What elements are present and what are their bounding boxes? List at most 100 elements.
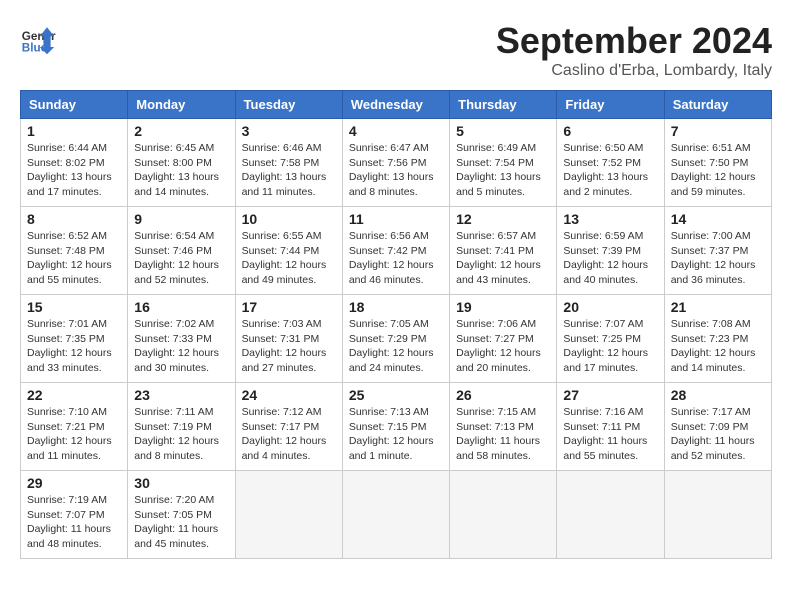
day-number: 16 — [134, 299, 228, 315]
day-number: 5 — [456, 123, 550, 139]
calendar-cell: 12 Sunrise: 6:57 AMSunset: 7:41 PMDayligh… — [450, 207, 557, 295]
calendar-cell: 4Sunrise: 6:47 AMSunset: 7:56 PMDaylight… — [342, 119, 449, 207]
day-info: Sunrise: 7:02 AMSunset: 7:33 PMDaylight:… — [134, 317, 228, 376]
day-info: Sunrise: 7:13 AMSunset: 7:15 PMDaylight:… — [349, 405, 443, 464]
week-row-3: 15 Sunrise: 7:01 AMSunset: 7:35 PMDayligh… — [21, 295, 772, 383]
day-info: Sunrise: 7:19 AMSunset: 7:07 PMDaylight:… — [27, 493, 121, 552]
day-number: 18 — [349, 299, 443, 315]
week-row-5: 29Sunrise: 7:19 AMSunset: 7:07 PMDayligh… — [21, 471, 772, 559]
day-info: Sunrise: 6:50 AMSunset: 7:52 PMDaylight:… — [563, 141, 657, 200]
header-sunday: Sunday — [21, 91, 128, 119]
week-row-1: 1 Sunrise: 6:44 AMSunset: 8:02 PMDaylight… — [21, 119, 772, 207]
day-number: 20 — [563, 299, 657, 315]
day-info: Sunrise: 7:20 AMSunset: 7:05 PMDaylight:… — [134, 493, 228, 552]
calendar-cell: 9Sunrise: 6:54 AMSunset: 7:46 PMDaylight… — [128, 207, 235, 295]
calendar-cell: 14 Sunrise: 7:00 AMSunset: 7:37 PMDayligh… — [664, 207, 771, 295]
calendar-cell: 10 Sunrise: 6:55 AMSunset: 7:44 PMDayligh… — [235, 207, 342, 295]
calendar-cell — [450, 471, 557, 559]
calendar-cell: 19 Sunrise: 7:06 AMSunset: 7:27 PMDayligh… — [450, 295, 557, 383]
day-info: Sunrise: 7:07 AMSunset: 7:25 PMDaylight:… — [563, 317, 657, 376]
day-number: 6 — [563, 123, 657, 139]
calendar-cell: 8 Sunrise: 6:52 AMSunset: 7:48 PMDaylight… — [21, 207, 128, 295]
week-row-2: 8 Sunrise: 6:52 AMSunset: 7:48 PMDaylight… — [21, 207, 772, 295]
calendar-cell — [342, 471, 449, 559]
calendar-cell: 24Sunrise: 7:12 AMSunset: 7:17 PMDayligh… — [235, 383, 342, 471]
calendar-cell: 16 Sunrise: 7:02 AMSunset: 7:33 PMDayligh… — [128, 295, 235, 383]
day-info: Sunrise: 7:17 AMSunset: 7:09 PMDaylight:… — [671, 405, 765, 464]
day-number: 8 — [27, 211, 121, 227]
header-saturday: Saturday — [664, 91, 771, 119]
calendar-cell: 29Sunrise: 7:19 AMSunset: 7:07 PMDayligh… — [21, 471, 128, 559]
day-number: 3 — [242, 123, 336, 139]
day-number: 22 — [27, 387, 121, 403]
day-number: 25 — [349, 387, 443, 403]
day-info: Sunrise: 6:47 AMSunset: 7:56 PMDaylight:… — [349, 141, 443, 200]
day-info: Sunrise: 7:12 AMSunset: 7:17 PMDaylight:… — [242, 405, 336, 464]
day-number: 14 — [671, 211, 765, 227]
calendar-cell: 28 Sunrise: 7:17 AMSunset: 7:09 PMDayligh… — [664, 383, 771, 471]
day-info: Sunrise: 6:52 AMSunset: 7:48 PMDaylight:… — [27, 229, 121, 288]
calendar-header-row: SundayMondayTuesdayWednesdayThursdayFrid… — [21, 91, 772, 119]
day-info: Sunrise: 7:00 AMSunset: 7:37 PMDaylight:… — [671, 229, 765, 288]
week-row-4: 22 Sunrise: 7:10 AMSunset: 7:21 PMDayligh… — [21, 383, 772, 471]
day-info: Sunrise: 6:51 AMSunset: 7:50 PMDaylight:… — [671, 141, 765, 200]
logo: General Blue — [20, 20, 56, 56]
calendar-cell: 30 Sunrise: 7:20 AMSunset: 7:05 PMDayligh… — [128, 471, 235, 559]
day-info: Sunrise: 7:06 AMSunset: 7:27 PMDaylight:… — [456, 317, 550, 376]
day-number: 7 — [671, 123, 765, 139]
location: Caslino d'Erba, Lombardy, Italy — [496, 62, 772, 80]
month-title: September 2024 — [496, 20, 772, 62]
header-monday: Monday — [128, 91, 235, 119]
day-number: 1 — [27, 123, 121, 139]
day-info: Sunrise: 6:57 AMSunset: 7:41 PMDaylight:… — [456, 229, 550, 288]
calendar-cell: 17Sunrise: 7:03 AMSunset: 7:31 PMDayligh… — [235, 295, 342, 383]
day-info: Sunrise: 6:56 AMSunset: 7:42 PMDaylight:… — [349, 229, 443, 288]
day-number: 11 — [349, 211, 443, 227]
calendar-cell: 20 Sunrise: 7:07 AMSunset: 7:25 PMDayligh… — [557, 295, 664, 383]
calendar-cell: 7 Sunrise: 6:51 AMSunset: 7:50 PMDaylight… — [664, 119, 771, 207]
day-number: 27 — [563, 387, 657, 403]
day-number: 19 — [456, 299, 550, 315]
day-number: 15 — [27, 299, 121, 315]
day-number: 2 — [134, 123, 228, 139]
calendar-cell: 13Sunrise: 6:59 AMSunset: 7:39 PMDayligh… — [557, 207, 664, 295]
page-header: General Blue September 2024 Caslino d'Er… — [20, 20, 772, 80]
day-info: Sunrise: 7:03 AMSunset: 7:31 PMDaylight:… — [242, 317, 336, 376]
day-info: Sunrise: 7:11 AMSunset: 7:19 PMDaylight:… — [134, 405, 228, 464]
calendar-cell: 27 Sunrise: 7:16 AMSunset: 7:11 PMDayligh… — [557, 383, 664, 471]
day-info: Sunrise: 7:08 AMSunset: 7:23 PMDaylight:… — [671, 317, 765, 376]
day-number: 13 — [563, 211, 657, 227]
header-friday: Friday — [557, 91, 664, 119]
calendar-table: SundayMondayTuesdayWednesdayThursdayFrid… — [20, 90, 772, 559]
day-info: Sunrise: 6:49 AMSunset: 7:54 PMDaylight:… — [456, 141, 550, 200]
day-info: Sunrise: 6:46 AMSunset: 7:58 PMDaylight:… — [242, 141, 336, 200]
day-number: 21 — [671, 299, 765, 315]
calendar-cell — [664, 471, 771, 559]
calendar-cell — [557, 471, 664, 559]
calendar-cell: 3 Sunrise: 6:46 AMSunset: 7:58 PMDaylight… — [235, 119, 342, 207]
day-number: 10 — [242, 211, 336, 227]
calendar-cell — [235, 471, 342, 559]
day-info: Sunrise: 7:10 AMSunset: 7:21 PMDaylight:… — [27, 405, 121, 464]
calendar-cell: 23Sunrise: 7:11 AMSunset: 7:19 PMDayligh… — [128, 383, 235, 471]
day-info: Sunrise: 7:05 AMSunset: 7:29 PMDaylight:… — [349, 317, 443, 376]
day-info: Sunrise: 6:45 AMSunset: 8:00 PMDaylight:… — [134, 141, 228, 200]
calendar-cell: 2 Sunrise: 6:45 AMSunset: 8:00 PMDaylight… — [128, 119, 235, 207]
day-number: 30 — [134, 475, 228, 491]
header-tuesday: Tuesday — [235, 91, 342, 119]
header-thursday: Thursday — [450, 91, 557, 119]
title-block: September 2024 Caslino d'Erba, Lombardy,… — [496, 20, 772, 80]
calendar-cell: 11 Sunrise: 6:56 AMSunset: 7:42 PMDayligh… — [342, 207, 449, 295]
calendar-cell: 5 Sunrise: 6:49 AMSunset: 7:54 PMDaylight… — [450, 119, 557, 207]
day-number: 12 — [456, 211, 550, 227]
day-info: Sunrise: 6:44 AMSunset: 8:02 PMDaylight:… — [27, 141, 121, 200]
day-info: Sunrise: 6:54 AMSunset: 7:46 PMDaylight:… — [134, 229, 228, 288]
calendar-cell: 15 Sunrise: 7:01 AMSunset: 7:35 PMDayligh… — [21, 295, 128, 383]
day-info: Sunrise: 6:55 AMSunset: 7:44 PMDaylight:… — [242, 229, 336, 288]
day-number: 26 — [456, 387, 550, 403]
day-number: 28 — [671, 387, 765, 403]
day-info: Sunrise: 7:16 AMSunset: 7:11 PMDaylight:… — [563, 405, 657, 464]
day-info: Sunrise: 7:01 AMSunset: 7:35 PMDaylight:… — [27, 317, 121, 376]
calendar-cell: 1 Sunrise: 6:44 AMSunset: 8:02 PMDaylight… — [21, 119, 128, 207]
calendar-cell: 26Sunrise: 7:15 AMSunset: 7:13 PMDayligh… — [450, 383, 557, 471]
